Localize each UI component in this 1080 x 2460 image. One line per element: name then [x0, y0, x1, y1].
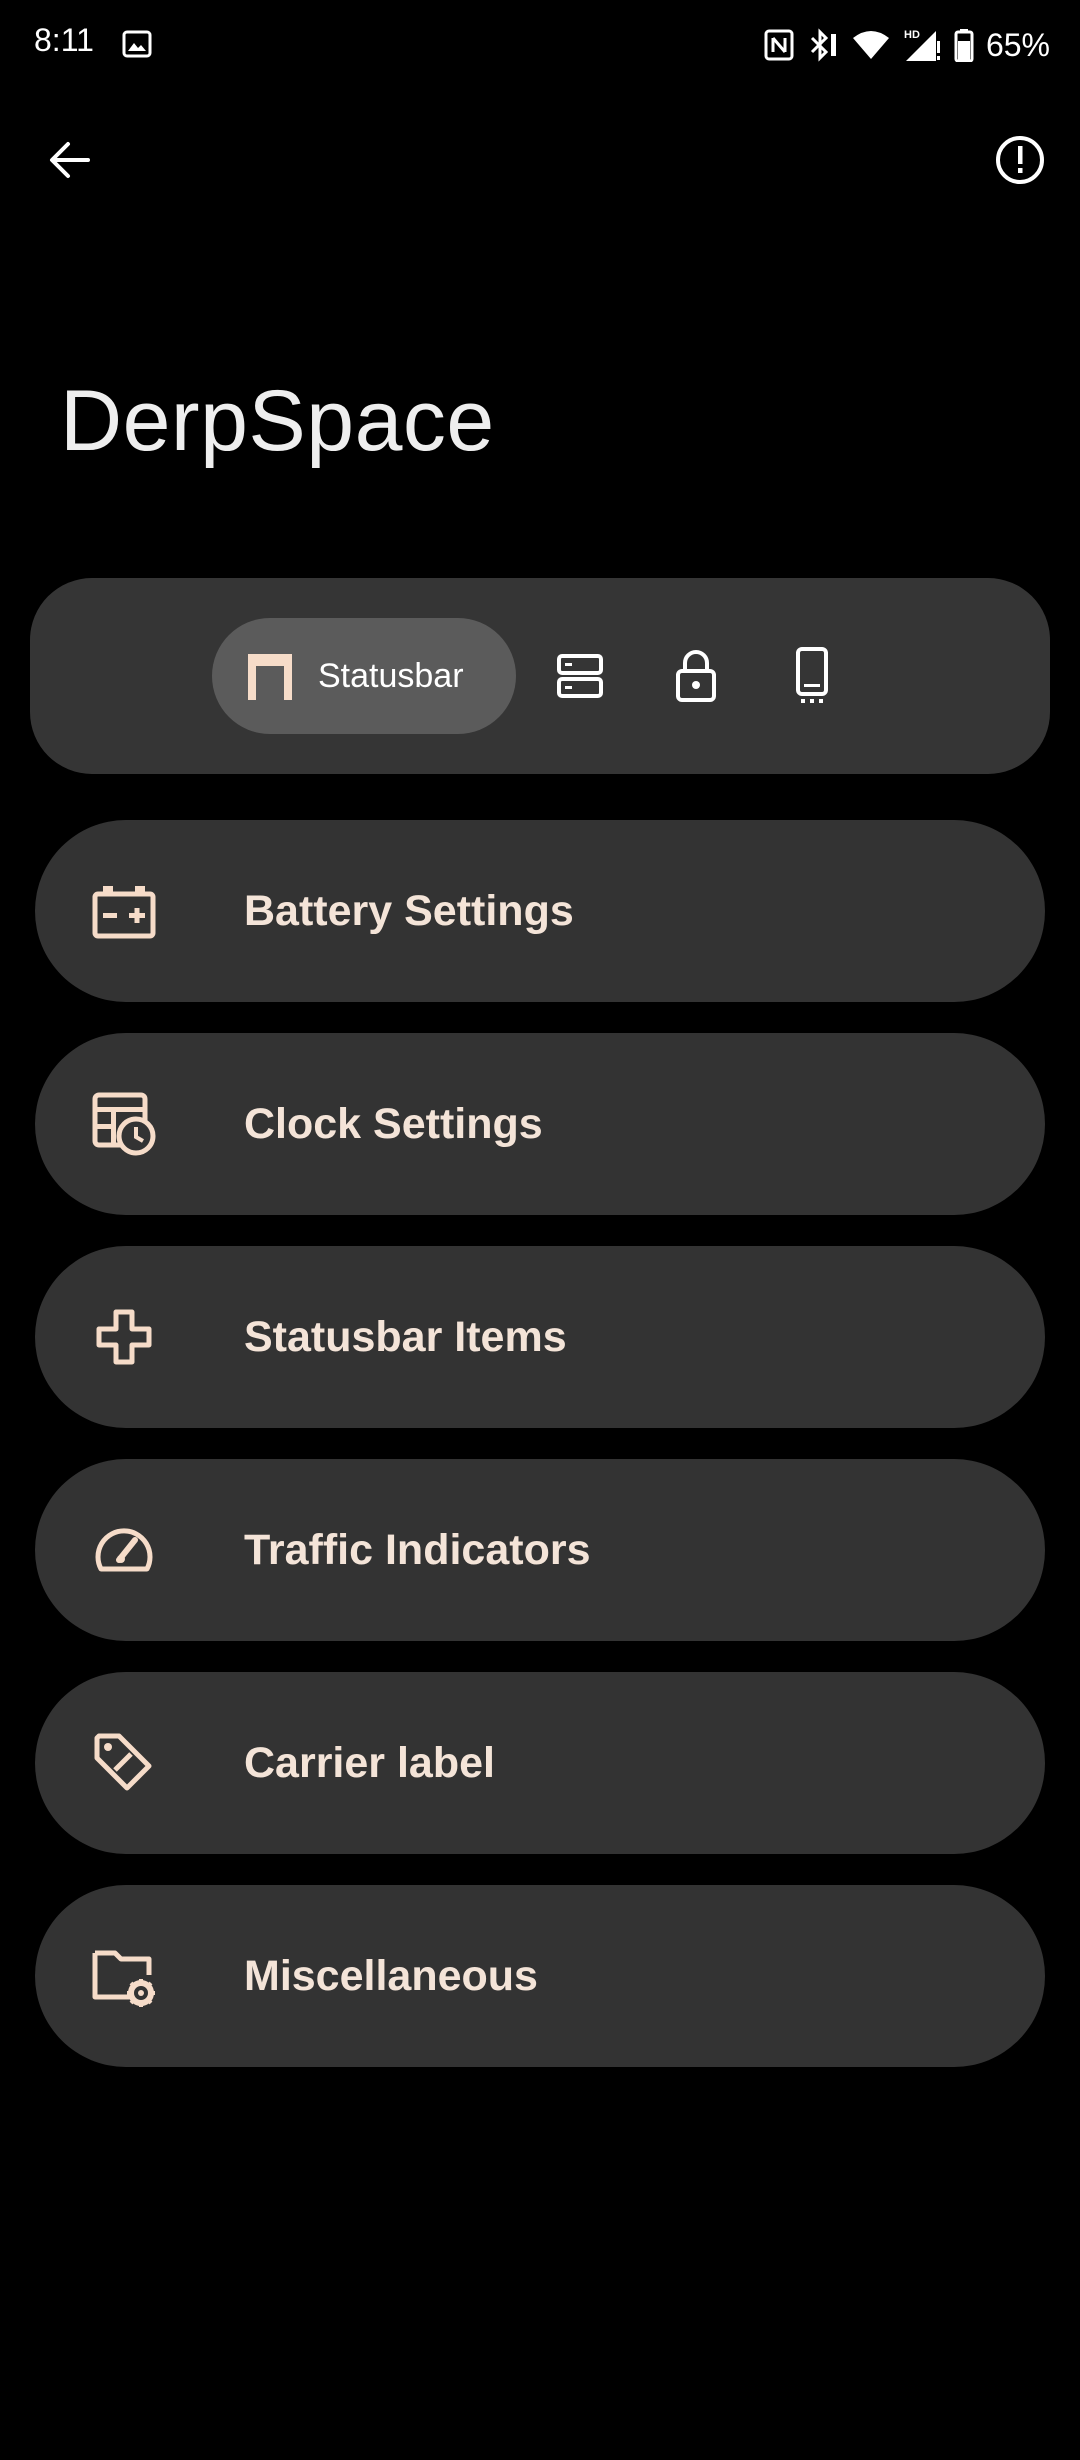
tab-label: Statusbar	[318, 656, 464, 695]
arrow-back-icon	[50, 142, 90, 178]
carrier-label-item[interactable]: Carrier label	[35, 1672, 1045, 1854]
item-label: Clock Settings	[244, 1099, 543, 1148]
tab-device[interactable]	[782, 646, 842, 706]
quick-settings-icon	[557, 654, 603, 698]
svg-text:HD: HD	[904, 29, 920, 41]
item-label: Statusbar Items	[244, 1312, 567, 1361]
page-title: DerpSpace	[60, 373, 495, 469]
item-label: Carrier label	[244, 1738, 495, 1787]
wifi-icon	[852, 30, 890, 60]
item-label: Battery Settings	[244, 886, 574, 935]
info-icon	[996, 136, 1044, 184]
status-bar: 8:11 HD 65%	[0, 0, 1080, 90]
clock-settings-item[interactable]: Clock Settings	[35, 1033, 1045, 1215]
back-button[interactable]	[38, 128, 102, 192]
tab-statusbar[interactable]: Statusbar	[212, 618, 516, 734]
item-label: Traffic Indicators	[244, 1525, 591, 1574]
bluetooth-icon	[806, 28, 840, 62]
gallery-icon	[122, 30, 152, 58]
signal-hd-icon: HD	[902, 27, 942, 63]
battery-plus-icon	[92, 886, 156, 939]
speedometer-icon	[95, 1528, 153, 1572]
battery-percent: 65%	[985, 26, 1050, 63]
nfc-icon	[764, 29, 794, 61]
battery-icon	[954, 28, 974, 62]
tab-quick-settings[interactable]	[550, 646, 610, 706]
tab-lockscreen[interactable]	[666, 646, 726, 706]
miscellaneous-item[interactable]: Miscellaneous	[35, 1885, 1045, 2067]
battery-settings-item[interactable]: Battery Settings	[35, 820, 1045, 1002]
item-label: Miscellaneous	[244, 1951, 538, 2000]
statusbar-icon	[248, 654, 292, 700]
lock-icon	[676, 650, 716, 702]
tab-bar: Statusbar	[30, 578, 1050, 774]
plus-outline-icon	[96, 1309, 152, 1365]
phone-icon	[796, 647, 828, 703]
info-button[interactable]	[988, 128, 1052, 192]
tag-icon	[94, 1733, 152, 1791]
calendar-clock-icon	[92, 1092, 156, 1156]
folder-gear-icon	[92, 1950, 155, 2007]
status-time: 8:11	[34, 22, 94, 58]
traffic-indicators-item[interactable]: Traffic Indicators	[35, 1459, 1045, 1641]
status-icons: HD 65%	[764, 22, 1050, 68]
statusbar-items-item[interactable]: Statusbar Items	[35, 1246, 1045, 1428]
